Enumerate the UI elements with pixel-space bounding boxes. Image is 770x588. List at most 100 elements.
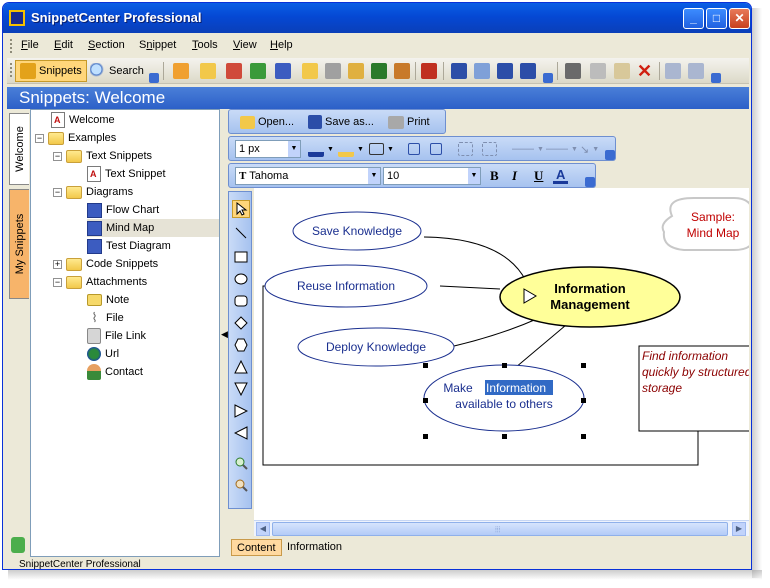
rounded-rect-tool-icon[interactable]	[232, 292, 250, 310]
scroll-left-icon[interactable]: ◀	[256, 522, 270, 536]
connector-line[interactable]	[439, 285, 501, 290]
tree-item-text-snippet[interactable]: A Text Snippet	[87, 165, 166, 183]
italic-button[interactable]: I	[509, 167, 520, 185]
menu-grip[interactable]	[10, 39, 13, 53]
line-style-button[interactable]: —— ▼	[509, 140, 547, 158]
move-left-icon[interactable]	[451, 63, 467, 79]
resize-handle[interactable]	[502, 434, 507, 439]
attach-file-icon[interactable]	[325, 63, 341, 79]
zoom-in-icon[interactable]	[232, 454, 250, 472]
menu-section[interactable]: Section	[88, 39, 125, 51]
new-section-icon[interactable]	[173, 63, 189, 79]
undo-icon[interactable]	[665, 63, 681, 79]
tree-item-file-link[interactable]: File Link	[87, 327, 146, 345]
toolbar-grip[interactable]	[10, 63, 13, 77]
tree-item-flow-chart[interactable]: Flow Chart	[87, 201, 159, 219]
line-width-select[interactable]: 1 px ▼	[235, 140, 301, 158]
tree-item-note[interactable]: Note	[87, 291, 129, 309]
zoom-out-icon[interactable]	[232, 476, 250, 494]
underline-button[interactable]: U	[531, 167, 546, 185]
resize-handle[interactable]	[423, 363, 428, 368]
new-folder-icon[interactable]	[200, 63, 216, 79]
paste-icon[interactable]	[614, 63, 630, 79]
tab-content[interactable]: Content	[231, 539, 282, 556]
hexagon-tool-icon[interactable]	[232, 336, 250, 354]
delete-item-icon[interactable]	[421, 63, 437, 79]
resize-handle[interactable]	[423, 434, 428, 439]
collapse-icon[interactable]: −	[35, 133, 44, 143]
sample-cloud-shape[interactable]	[661, 197, 749, 251]
bring-front-button[interactable]	[405, 140, 423, 158]
send-back-button[interactable]	[427, 140, 445, 158]
connector-style-button[interactable]: ↘ ▼	[577, 140, 602, 158]
search-button[interactable]: Search	[85, 60, 149, 82]
triangle-down-tool-icon[interactable]	[232, 380, 250, 398]
tree-item-mind-map[interactable]: Mind Map	[87, 219, 219, 237]
connector-line[interactable]	[423, 236, 527, 282]
toolbar-overflow-icon[interactable]	[149, 73, 159, 83]
line-tool-icon[interactable]	[232, 224, 250, 242]
toolbar-overflow-icon[interactable]	[543, 73, 553, 83]
maximize-button[interactable]: □	[706, 8, 727, 29]
font-size-select[interactable]: 10 ▼	[383, 167, 481, 185]
pointer-tool-icon[interactable]	[232, 200, 250, 218]
tree-item-file[interactable]: ⌇ File	[87, 309, 123, 327]
close-button[interactable]: ✕	[729, 8, 750, 29]
tree-item-attachments[interactable]: − Attachments	[53, 273, 147, 291]
minimize-button[interactable]: _	[683, 8, 704, 29]
move-up-icon[interactable]	[497, 63, 513, 79]
menu-tools[interactable]: Tools	[192, 39, 218, 51]
tree-item-examples[interactable]: − Examples	[35, 129, 116, 147]
triangle-up-tool-icon[interactable]	[232, 358, 250, 376]
new-diagram-icon[interactable]	[275, 63, 291, 79]
resize-handle[interactable]	[581, 398, 586, 403]
menu-edit[interactable]: Edit	[54, 39, 73, 51]
group-button[interactable]	[455, 140, 476, 158]
copy-icon[interactable]	[590, 63, 606, 79]
border-style-button[interactable]: ▼	[366, 140, 397, 158]
add-contact-icon[interactable]	[394, 63, 410, 79]
add-url-icon[interactable]	[371, 63, 387, 79]
toolbar-overflow-icon[interactable]	[711, 73, 721, 83]
resize-handle[interactable]	[581, 363, 586, 368]
tree-item-url[interactable]: Url	[87, 345, 119, 363]
new-text-snippet-icon[interactable]	[226, 63, 242, 79]
tree-item-text-snippets[interactable]: − Text Snippets	[53, 147, 152, 165]
arrow-style-button[interactable]: —— ▼	[543, 140, 581, 158]
resize-handle[interactable]	[502, 363, 507, 368]
move-right-icon[interactable]	[474, 63, 490, 79]
tree-item-test-diagram[interactable]: Test Diagram	[87, 237, 171, 255]
ungroup-button[interactable]	[479, 140, 500, 158]
panel-splitter[interactable]: ◀	[220, 109, 228, 557]
tree-item-diagrams[interactable]: − Diagrams	[53, 183, 133, 201]
scroll-right-icon[interactable]: ▶	[732, 522, 746, 536]
tree-item-contact[interactable]: Contact	[87, 363, 143, 381]
collapse-icon[interactable]: −	[53, 187, 62, 197]
resize-handle[interactable]	[581, 434, 586, 439]
print-button[interactable]: Print	[385, 113, 433, 131]
triangle-left-tool-icon[interactable]	[232, 424, 250, 442]
redo-icon[interactable]	[688, 63, 704, 79]
rectangle-tool-icon[interactable]	[232, 248, 250, 266]
scrollbar-thumb[interactable]: ⦙⦙⦙	[272, 522, 728, 536]
ellipse-tool-icon[interactable]	[232, 270, 250, 288]
delete-icon[interactable]: ✕	[637, 62, 653, 80]
resize-handle[interactable]	[423, 398, 428, 403]
menu-view[interactable]: View	[233, 39, 257, 51]
snippets-button[interactable]: Snippets	[15, 60, 87, 82]
toolbar-overflow-icon[interactable]	[605, 150, 615, 160]
font-color-button[interactable]: A	[553, 167, 569, 184]
new-code-snippet-icon[interactable]	[250, 63, 266, 79]
attach-link-icon[interactable]	[348, 63, 364, 79]
tab-welcome[interactable]: Welcome	[9, 113, 29, 185]
tree-item-code-snippets[interactable]: + Code Snippets	[53, 255, 158, 273]
expand-icon[interactable]: +	[53, 259, 62, 269]
collapse-icon[interactable]: −	[53, 277, 62, 287]
horizontal-scrollbar[interactable]: ◀ ⦙⦙⦙ ▶	[254, 520, 749, 536]
selected-text[interactable]: Information	[486, 381, 546, 395]
line-color-button[interactable]: ▼	[305, 140, 337, 158]
tree-item-welcome[interactable]: A Welcome	[51, 111, 115, 129]
open-button[interactable]: Open...	[237, 113, 297, 131]
title-bar[interactable]: SnippetCenter Professional _ □ ✕	[3, 3, 751, 33]
menu-help[interactable]: Help	[270, 39, 293, 51]
